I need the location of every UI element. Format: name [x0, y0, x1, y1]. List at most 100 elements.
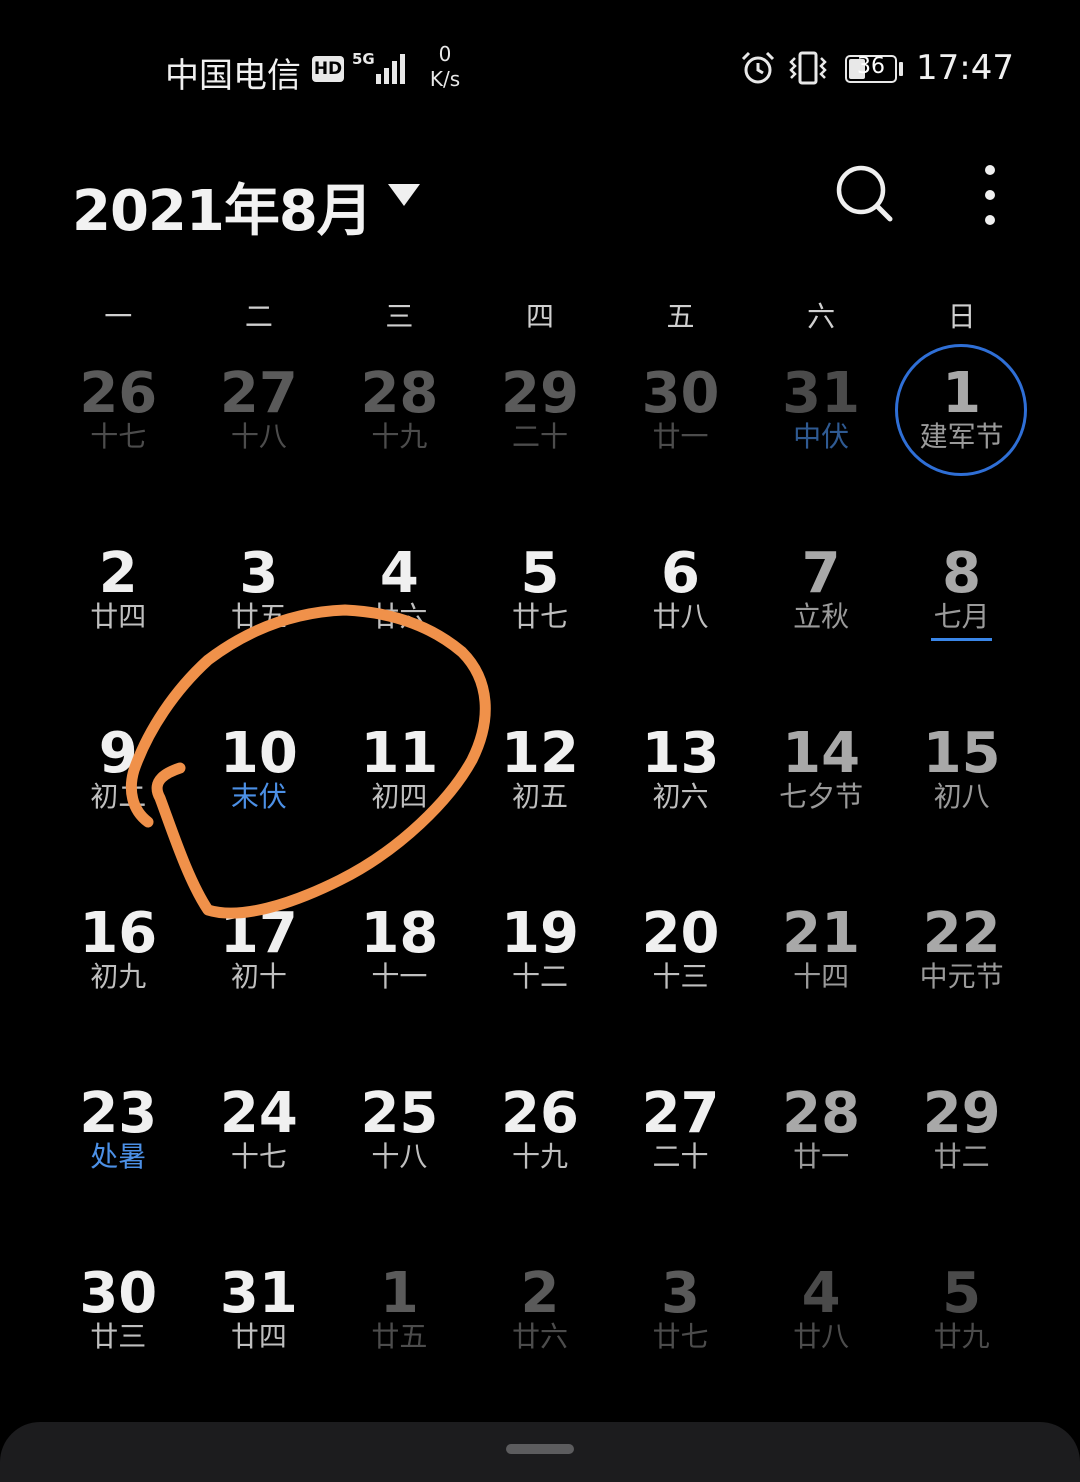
day-cell[interactable]: 20 十三: [610, 900, 751, 1080]
lunar-date: 十七: [230, 1140, 287, 1173]
day-cell[interactable]: 17 初十: [189, 900, 330, 1080]
day-cell[interactable]: 29 二十: [470, 360, 611, 540]
month-start-underline: [931, 638, 992, 641]
day-number: 22: [922, 901, 1001, 966]
battery-level: 36: [857, 54, 885, 79]
more-vertical-icon[interactable]: [970, 160, 1010, 230]
day-cell[interactable]: 1 廿五: [329, 1260, 470, 1440]
day-cell[interactable]: 5 廿九: [891, 1260, 1032, 1440]
day-cell[interactable]: 3 廿五: [189, 540, 330, 720]
day-cell[interactable]: 21 十四: [751, 900, 892, 1080]
lunar-date: 廿三: [90, 1320, 147, 1353]
lunar-date: 七月: [933, 600, 990, 633]
day-number: 6: [661, 541, 701, 606]
week-row: 2 廿四 3 廿五 4 廿六 5 廿七 6 廿八 7 立秋 8 七月: [48, 540, 1032, 720]
day-cell[interactable]: 6 廿八: [610, 540, 751, 720]
day-cell[interactable]: 4 廿八: [751, 1260, 892, 1440]
day-number: 3: [239, 541, 279, 606]
day-cell[interactable]: 27 二十: [610, 1080, 751, 1260]
day-cell[interactable]: 2 廿六: [470, 1260, 611, 1440]
day-number: 26: [501, 1081, 579, 1146]
day-cell[interactable]: 22 中元节: [891, 900, 1032, 1080]
day-cell[interactable]: 12 初五: [470, 720, 611, 900]
day-cell[interactable]: 10 末伏: [189, 720, 330, 900]
lunar-date: 中元节: [919, 960, 1004, 993]
lunar-date: 初五: [511, 780, 568, 813]
weekday-label: 一: [104, 300, 133, 333]
day-cell[interactable]: 28 十九: [329, 360, 470, 540]
status-bar: 中国电信 HD 5G 0 K/s 36 17:47: [0, 0, 1080, 130]
lunar-date: 廿六: [371, 600, 428, 633]
day-number: 27: [641, 1081, 720, 1146]
speed-value: 0: [438, 42, 452, 66]
day-cell-today[interactable]: 1 建军节: [891, 344, 1032, 540]
day-cell[interactable]: 26 十七: [48, 360, 189, 540]
day-number: 8: [942, 541, 982, 606]
day-cell[interactable]: 9 初二: [48, 720, 189, 900]
week-row: 26 十七 27 十八 28 十九 29 二十 30 廿一 31 中伏 1 建军节: [48, 344, 1032, 540]
day-cell[interactable]: 26 十九: [470, 1080, 611, 1260]
day-cell[interactable]: 4 廿六: [329, 540, 470, 720]
lunar-date: 十八: [230, 420, 287, 453]
day-number: 18: [360, 901, 439, 966]
lunar-date: 立秋: [793, 600, 850, 633]
day-cell[interactable]: 31 中伏: [751, 360, 892, 540]
lunar-date: 廿四: [230, 1320, 287, 1353]
lunar-date: 十九: [371, 420, 428, 453]
lunar-date: 初九: [90, 960, 147, 993]
lunar-date: 廿七: [652, 1320, 709, 1353]
search-icon[interactable]: [832, 162, 896, 226]
day-number: 16: [79, 901, 158, 966]
lunar-date: 廿九: [933, 1320, 990, 1353]
day-cell[interactable]: 30 廿一: [610, 360, 751, 540]
month-title[interactable]: 2021年8月: [72, 166, 373, 247]
day-cell[interactable]: 8 七月: [891, 540, 1032, 720]
day-number: 4: [379, 541, 419, 606]
lunar-date: 处暑: [90, 1140, 147, 1173]
day-cell[interactable]: 5 廿七: [470, 540, 611, 720]
carrier-name: 中国电信: [165, 56, 301, 96]
day-cell[interactable]: 19 十二: [470, 900, 611, 1080]
lunar-date: 廿一: [652, 420, 709, 453]
day-number: 1: [942, 361, 982, 426]
day-cell[interactable]: 3 廿七: [610, 1260, 751, 1440]
day-cell[interactable]: 14 七夕节: [751, 720, 892, 900]
day-cell[interactable]: 2 廿四: [48, 540, 189, 720]
day-number: 5: [520, 541, 560, 606]
lunar-date: 十八: [371, 1140, 428, 1173]
day-number: 20: [641, 901, 720, 966]
day-cell[interactable]: 25 十八: [329, 1080, 470, 1260]
weekday-header: 一 二 三 四 五 六 日: [48, 295, 1032, 335]
day-number: 23: [79, 1081, 158, 1146]
day-cell[interactable]: 18 十一: [329, 900, 470, 1080]
battery-tip: [899, 62, 903, 76]
day-cell[interactable]: 7 立秋: [751, 540, 892, 720]
drag-handle[interactable]: [506, 1444, 574, 1454]
status-time: 17:47: [916, 48, 1014, 88]
battery-icon: 36: [845, 54, 897, 83]
day-number: 2: [520, 1261, 560, 1326]
day-cell[interactable]: 13 初六: [610, 720, 751, 900]
day-cell[interactable]: 27 十八: [189, 360, 330, 540]
day-cell[interactable]: 24 十七: [189, 1080, 330, 1260]
caret-down-icon[interactable]: [386, 182, 422, 208]
day-cell[interactable]: 31 廿四: [189, 1260, 330, 1440]
day-number: 12: [501, 721, 579, 786]
week-row: 23 处暑 24 十七 25 十八 26 十九 27 二十 28 廿一 29 廿二: [48, 1080, 1032, 1260]
day-cell[interactable]: 15 初八: [891, 720, 1032, 900]
lunar-date: 二十: [652, 1140, 709, 1173]
day-cell[interactable]: 23 处暑: [48, 1080, 189, 1260]
hd-badge: HD: [312, 56, 344, 82]
day-cell[interactable]: 29 廿二: [891, 1080, 1032, 1260]
day-number: 29: [501, 361, 579, 426]
bottom-sheet[interactable]: [0, 1422, 1080, 1482]
day-number: 2: [98, 541, 138, 606]
day-number: 28: [360, 361, 439, 426]
day-cell[interactable]: 28 廿一: [751, 1080, 892, 1260]
day-number: 1: [379, 1261, 419, 1326]
day-cell[interactable]: 30 廿三: [48, 1260, 189, 1440]
day-number: 31: [782, 361, 861, 426]
day-cell[interactable]: 16 初九: [48, 900, 189, 1080]
day-cell[interactable]: 11 初四: [329, 720, 470, 900]
lunar-date: 廿七: [511, 600, 568, 633]
